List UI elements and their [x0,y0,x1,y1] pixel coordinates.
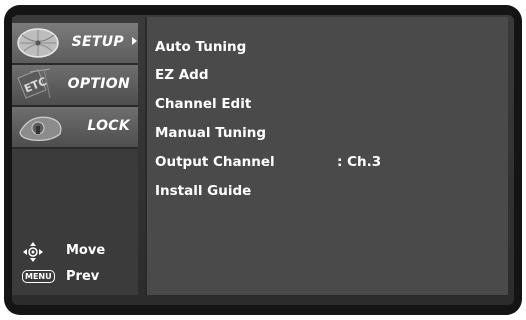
tab-lock[interactable]: LOCK [12,107,138,149]
chevron-right-icon [132,37,137,45]
menu-item-channel-edit[interactable]: Channel Edit [155,93,251,115]
direction-pad-icon [23,242,43,262]
tab-option-label: OPTION [67,76,130,92]
hint-move-label: Move [66,243,106,258]
sidebar: SETUP ETC OPTION LOCK Move MENU Prev [12,17,138,295]
menu-key-icon: MENU [22,270,55,283]
tab-option[interactable]: ETC OPTION [12,65,138,107]
menu-item-manual-tuning[interactable]: Manual Tuning [155,122,266,144]
tab-lock-label: LOCK [87,118,130,134]
menu-panel: Auto Tuning EZ Add Channel Edit Manual T… [145,17,508,295]
output-channel-value: : Ch.3 [337,154,382,170]
tab-setup-label: SETUP [71,34,124,50]
satellite-dish-icon [17,28,59,58]
tab-setup[interactable]: SETUP [12,23,138,65]
menu-item-output-channel[interactable]: Output Channel [155,151,275,173]
menu-item-auto-tuning[interactable]: Auto Tuning [155,36,246,58]
hint-prev-label: Prev [66,269,100,284]
lock-icon [19,116,62,141]
menu-item-ez-add[interactable]: EZ Add [155,64,209,86]
menu-item-install-guide[interactable]: Install Guide [155,180,251,202]
etc-icon: ETC [17,68,51,99]
